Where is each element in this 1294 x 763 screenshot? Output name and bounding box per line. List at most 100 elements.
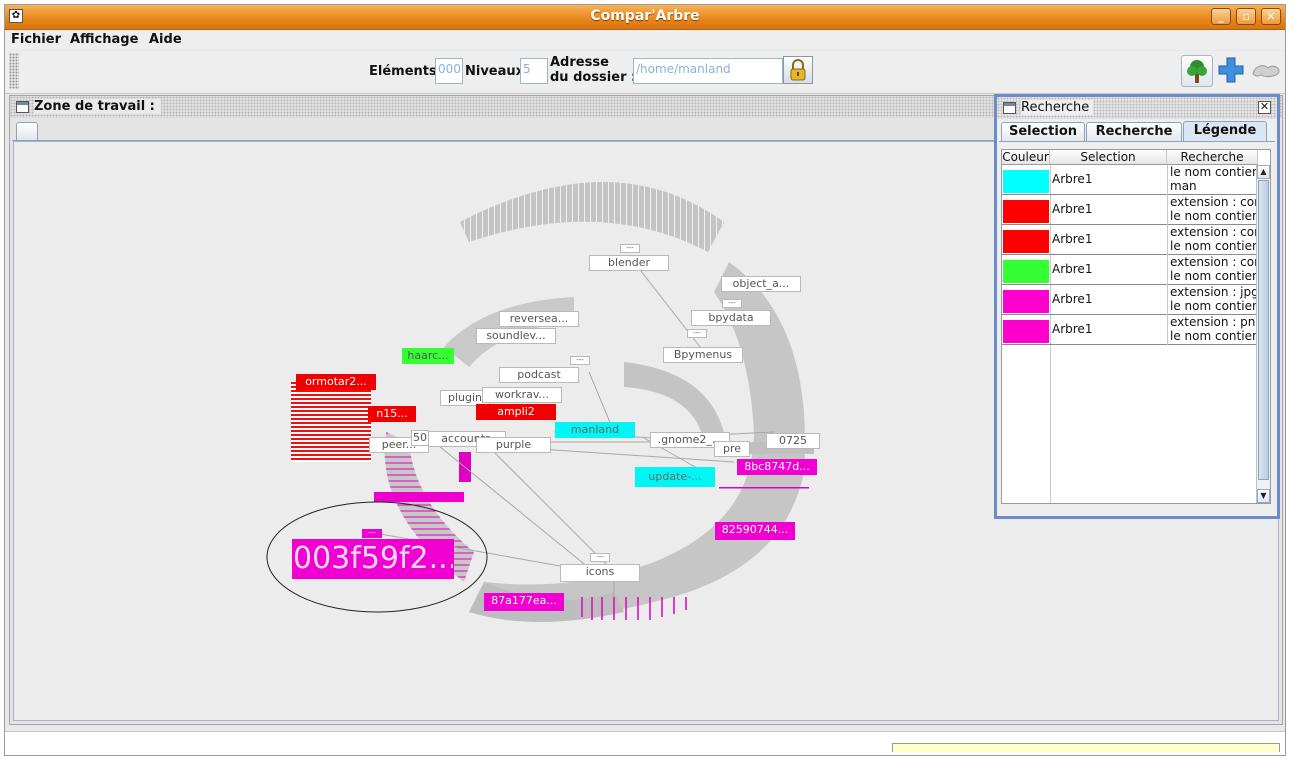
node-ormotar[interactable]: ormotar2... [296,374,376,390]
tab-selection[interactable]: Selection [1001,122,1085,141]
color-swatch [1003,170,1049,193]
legend-row[interactable]: Arbre1 le nom contient man [1002,165,1258,195]
legend-row[interactable]: Arbre1 extension : pn(le nom contient [1002,315,1258,345]
scroll-up-icon[interactable]: ▲ [1257,165,1270,179]
row-recherche: extension : cor le nom contient [1167,195,1258,225]
column-header-recherche[interactable]: Recherche [1167,150,1258,165]
legend-table: Couleur Selection Recherche Arbre1 le no… [1001,149,1271,504]
lock-button[interactable] [783,56,813,84]
title-bar[interactable]: ✿ Compar'Arbre _ ▫ ✕ [5,5,1285,30]
node-87a177ea[interactable]: 87a177ea... [484,593,564,611]
address-label-line1: Adresse [550,55,609,70]
close-button[interactable]: ✕ [1261,8,1281,25]
menu-affichage[interactable]: Affichage [70,32,138,47]
node-8bc8747d[interactable]: 8bc8747d... [737,459,817,475]
compare-button[interactable] [1250,55,1282,87]
legend-scrollbar[interactable]: ▲ ▼ [1256,165,1270,503]
node-dash: --- [570,356,590,365]
node-workrav[interactable]: workrav... [482,387,562,403]
row-recherche: extension : cor le nom contient [1167,225,1258,255]
tab-recherche[interactable]: Recherche [1086,122,1182,141]
plus-icon [1218,57,1244,83]
window-title: Compar'Arbre [590,8,700,24]
search-panel-title-bar[interactable]: Recherche ✕ [997,97,1277,119]
color-swatch [1003,290,1049,313]
node-podcast[interactable]: podcast [499,367,579,383]
node-dash: --- [590,553,610,562]
menu-aide[interactable]: Aide [149,32,182,47]
close-icon[interactable]: ✕ [1258,101,1271,114]
address-field[interactable]: /home/manland [633,58,783,84]
tooltip-strip [892,743,1280,752]
column-header-selection[interactable]: Selection [1050,150,1167,165]
levels-label: Niveaux [465,64,525,79]
node-update[interactable]: update-... [635,467,715,487]
maximize-button[interactable]: ▫ [1236,8,1256,25]
node-pre[interactable]: pre [714,441,750,457]
row-selection: Arbre1 [1052,322,1093,336]
tab-legende[interactable]: Légende [1183,121,1267,141]
node-blender[interactable]: blender [589,255,669,271]
lock-icon [790,59,806,81]
row-selection: Arbre1 [1052,172,1093,186]
column-header-couleur[interactable]: Couleur [1002,150,1050,165]
red-stripes [291,382,371,462]
row-selection: Arbre1 [1052,232,1093,246]
work-zone-tab[interactable] [16,122,38,140]
node-bpydata[interactable]: bpydata [691,310,771,326]
node-dash: --- [620,244,640,253]
color-swatch [1003,260,1049,283]
frame-icon [16,101,29,113]
color-swatch [1003,200,1049,223]
row-selection: Arbre1 [1052,262,1093,276]
node-ampli[interactable]: ampli2 [476,404,556,420]
elements-field[interactable]: 000 [435,58,463,84]
menu-fichier[interactable]: Fichier [11,32,61,47]
tree-button[interactable] [1181,55,1213,87]
row-recherche: extension : pn(le nom contient [1167,315,1258,345]
row-selection: Arbre1 [1052,292,1093,306]
row-recherche: extension : cor le nom contient [1167,255,1258,285]
add-button[interactable] [1216,55,1248,87]
scroll-thumb[interactable] [1258,180,1269,480]
node-bpymenus[interactable]: Bpymenus [663,347,743,363]
tab-underline [999,141,1275,142]
legend-row[interactable]: Arbre1 extension : jpg le nom contient [1002,285,1258,315]
node-0725[interactable]: 0725 [766,433,820,449]
tree-icon [1187,60,1207,83]
toolbar: Eléments 000 Niveaux 5 Adresse du dossie… [5,51,1285,94]
node-reversea[interactable]: reversea... [499,311,579,327]
node-soundlev[interactable]: soundlev... [476,328,556,344]
node-dash: --- [687,329,707,338]
mag-line [719,487,809,489]
legend-row[interactable]: Arbre1 extension : cor le nom contient [1002,195,1258,225]
node-haarc[interactable]: haarc... [402,348,454,364]
row-selection: Arbre1 [1052,202,1093,216]
elements-label: Eléments [369,64,437,79]
node-manland[interactable]: manland [555,422,635,438]
node-object-a[interactable]: object_a... [721,276,801,292]
toolbar-grip[interactable] [9,53,19,89]
minimize-button[interactable]: _ [1211,8,1231,25]
node-icons[interactable]: icons [560,564,640,582]
node-50[interactable]: 50 [411,430,429,446]
ring-segment [460,182,724,252]
node-82590744[interactable]: 82590744... [715,522,795,540]
node-dash: --- [722,299,742,308]
scroll-down-icon[interactable]: ▼ [1257,489,1270,503]
levels-field[interactable]: 5 [520,58,548,84]
color-swatch [1003,320,1049,343]
search-panel: Recherche ✕ Selection Recherche Légende … [994,94,1280,519]
frame-icon [1003,102,1016,114]
node-purple[interactable]: purple [476,437,551,453]
legend-row[interactable]: Arbre1 extension : cor le nom contient [1002,225,1258,255]
menu-bar: Fichier Affichage Aide [5,30,1285,50]
node-n15[interactable]: n15... [368,406,416,422]
node-dash: --- [362,529,382,538]
search-panel-title: Recherche [1021,100,1094,115]
row-recherche: extension : jpg le nom contient [1167,285,1258,315]
compare-icon [1252,65,1280,78]
mag-stripe [374,492,464,502]
node-003f59f2[interactable]: 003f59f2... [292,539,454,579]
legend-row[interactable]: Arbre1 extension : cor le nom contient [1002,255,1258,285]
